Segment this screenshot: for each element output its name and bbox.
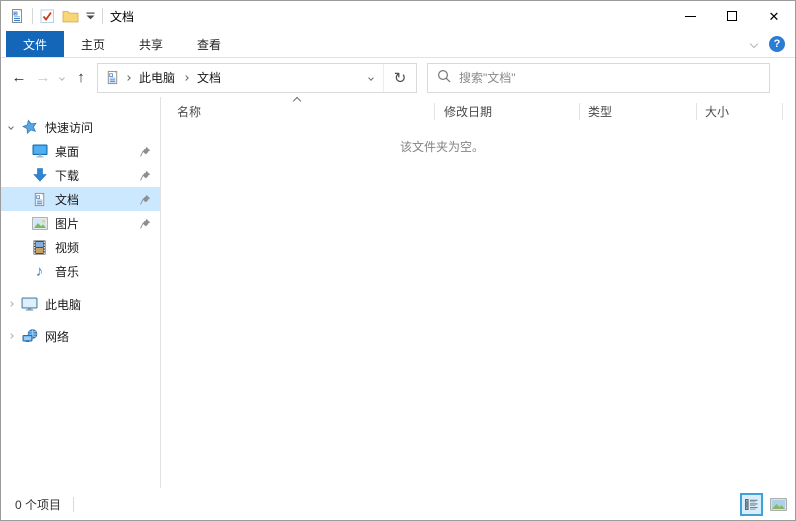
column-divider[interactable] <box>782 103 783 120</box>
close-icon: ✕ <box>769 10 780 23</box>
tab-home[interactable]: 主页 <box>64 31 122 57</box>
column-header-name[interactable]: 名称 <box>161 97 434 125</box>
item-count: 0 个项目 <box>15 496 61 513</box>
tab-view[interactable]: 查看 <box>180 31 238 57</box>
ribbon-tab-bar: 文件 主页 共享 查看 ? <box>1 31 795 58</box>
maximize-icon <box>727 11 737 21</box>
tab-share[interactable]: 共享 <box>122 31 180 57</box>
qat-dropdown-icon[interactable] <box>86 12 95 20</box>
sidebar-item-downloads[interactable]: 下载 <box>1 163 160 187</box>
sidebar-item-label: 图片 <box>55 215 79 232</box>
search-box[interactable] <box>427 63 770 93</box>
file-list-pane: 名称 修改日期 类型 大小 该文件夹为空。 <box>161 97 795 488</box>
sidebar-group-network[interactable]: 网络 <box>1 324 160 348</box>
address-dropdown-icon[interactable] <box>359 64 383 92</box>
sidebar-item-label: 文档 <box>55 191 79 208</box>
document-icon <box>31 192 48 207</box>
new-folder-icon[interactable] <box>62 9 79 23</box>
desktop-icon <box>31 144 48 158</box>
sidebar-group-label: 快速访问 <box>45 119 93 136</box>
chevron-down-icon[interactable] <box>1 125 21 129</box>
ribbon-right-controls: ? <box>751 31 795 57</box>
breadcrumb-documents[interactable]: 文档 <box>189 64 229 92</box>
search-icon <box>437 69 451 86</box>
column-header-date-modified[interactable]: 修改日期 <box>435 97 579 125</box>
status-divider <box>73 497 74 512</box>
quick-access-star-icon <box>21 119 38 135</box>
history-dropdown-icon[interactable] <box>55 64 69 92</box>
breadcrumb-this-pc[interactable]: 此电脑 <box>131 64 183 92</box>
chevron-right-icon[interactable] <box>1 302 21 306</box>
pin-icon <box>140 170 151 181</box>
checkmark-icon[interactable] <box>40 9 55 24</box>
minimize-icon <box>685 16 696 17</box>
sidebar-item-videos[interactable]: 视频 <box>1 235 160 259</box>
navigation-pane: 快速访问 桌面 下载 <box>1 97 161 488</box>
minimize-button[interactable] <box>669 1 711 31</box>
sidebar-group-label: 网络 <box>45 328 69 345</box>
window-controls: ✕ <box>669 1 795 31</box>
sidebar-group-this-pc[interactable]: 此电脑 <box>1 292 160 316</box>
quick-access-toolbar <box>9 8 103 24</box>
column-header-type[interactable]: 类型 <box>580 97 696 125</box>
chevron-right-icon[interactable] <box>1 334 21 338</box>
sidebar-item-music[interactable]: ♪ 音乐 <box>1 259 160 283</box>
location-documents-icon[interactable] <box>98 70 125 85</box>
qat-separator <box>32 8 33 24</box>
qat-separator <box>102 8 103 24</box>
sort-ascending-icon <box>292 97 300 105</box>
documents-icon <box>9 8 25 24</box>
help-button[interactable]: ? <box>769 36 785 52</box>
window-body: 快速访问 桌面 下载 <box>1 97 795 488</box>
thumbnails-view-button[interactable] <box>767 493 790 516</box>
sidebar-item-label: 桌面 <box>55 143 79 160</box>
video-icon <box>31 240 48 255</box>
thumbnails-view-icon <box>770 498 787 511</box>
pictures-icon <box>31 217 48 230</box>
pin-icon <box>140 218 151 229</box>
tab-file[interactable]: 文件 <box>6 31 64 57</box>
sidebar-group-quick-access[interactable]: 快速访问 <box>1 115 160 139</box>
sidebar-item-desktop[interactable]: 桌面 <box>1 139 160 163</box>
status-bar: 0 个项目 <box>1 488 795 520</box>
search-input[interactable] <box>459 71 760 85</box>
navigation-toolbar: ← → ↑ 此电脑 文档 ↻ <box>1 58 795 97</box>
sidebar-item-label: 视频 <box>55 239 79 256</box>
network-icon <box>21 329 38 343</box>
computer-icon <box>21 297 38 311</box>
window-title: 文档 <box>110 8 134 25</box>
address-bar[interactable]: 此电脑 文档 ↻ <box>97 63 417 93</box>
column-header-size[interactable]: 大小 <box>697 97 782 125</box>
column-headers: 名称 修改日期 类型 大小 <box>161 97 795 125</box>
up-button[interactable]: ↑ <box>69 64 93 92</box>
pin-icon <box>140 146 151 157</box>
collapse-ribbon-icon[interactable] <box>750 40 758 48</box>
details-view-icon <box>745 499 758 510</box>
close-button[interactable]: ✕ <box>753 1 795 31</box>
sidebar-item-label: 音乐 <box>55 263 79 280</box>
empty-folder-message: 该文件夹为空。 <box>161 138 795 155</box>
forward-button[interactable]: → <box>31 64 55 92</box>
view-switcher <box>740 493 795 516</box>
details-view-button[interactable] <box>740 493 763 516</box>
sidebar-item-pictures[interactable]: 图片 <box>1 211 160 235</box>
sidebar-item-label: 下载 <box>55 167 79 184</box>
pin-icon <box>140 194 151 205</box>
sidebar-item-documents[interactable]: 文档 <box>1 187 160 211</box>
music-icon: ♪ <box>31 263 48 280</box>
title-bar: 文档 ✕ <box>1 1 795 31</box>
explorer-window: 文档 ✕ 文件 主页 共享 查看 ? ← → ↑ 此电脑 文档 <box>0 0 796 521</box>
maximize-button[interactable] <box>711 1 753 31</box>
download-icon <box>31 168 48 183</box>
sidebar-group-label: 此电脑 <box>45 296 81 313</box>
refresh-button[interactable]: ↻ <box>384 64 416 92</box>
back-button[interactable]: ← <box>7 64 31 92</box>
